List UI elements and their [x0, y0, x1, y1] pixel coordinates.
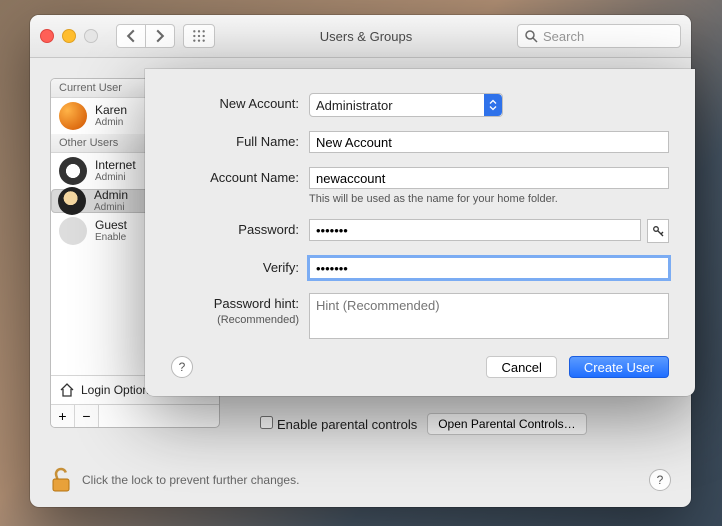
titlebar: Users & Groups Search	[30, 15, 691, 58]
password-hint-input[interactable]	[309, 293, 669, 339]
hint-sublabel: (Recommended)	[217, 314, 299, 326]
user-role: Admini	[94, 202, 128, 213]
search-placeholder: Search	[543, 29, 584, 44]
forward-button[interactable]	[146, 24, 175, 48]
show-all-button[interactable]	[183, 24, 215, 48]
account-type-select[interactable]: Administrator	[309, 93, 503, 117]
avatar	[58, 187, 86, 215]
parental-label: Enable parental controls	[277, 417, 417, 432]
preferences-window: Users & Groups Search Current User Karen…	[30, 15, 691, 507]
cancel-button[interactable]: Cancel	[486, 356, 556, 378]
avatar	[59, 217, 87, 245]
close-window-button[interactable]	[40, 29, 54, 43]
add-remove-bar: + −	[51, 404, 219, 427]
unlocked-padlock-icon[interactable]	[50, 467, 72, 493]
user-role: Admini	[95, 172, 136, 183]
login-options-label: Login Options	[81, 383, 155, 397]
password-input[interactable]	[309, 219, 641, 241]
password-label: Password:	[171, 219, 309, 237]
house-icon	[59, 382, 75, 398]
traffic-lights	[40, 29, 98, 43]
user-name: Internet	[95, 159, 136, 172]
sheet-help-button[interactable]: ?	[171, 356, 193, 378]
select-stepper-icon	[484, 94, 502, 116]
zoom-window-button	[84, 29, 98, 43]
account-name-label: Account Name:	[171, 167, 309, 185]
key-icon	[652, 225, 664, 237]
lock-row: Click the lock to prevent further change…	[50, 467, 671, 493]
full-name-input[interactable]	[309, 131, 669, 153]
minimize-window-button[interactable]	[62, 29, 76, 43]
grid-icon	[192, 29, 206, 43]
chevron-right-icon	[153, 29, 167, 43]
new-account-label: New Account:	[171, 93, 309, 111]
avatar	[59, 157, 87, 185]
parental-checkbox-input[interactable]	[260, 416, 273, 429]
user-role: Admin	[95, 117, 127, 128]
search-icon	[524, 29, 538, 43]
password-assistant-button[interactable]	[647, 219, 669, 243]
hint-label: Password hint: (Recommended)	[171, 293, 309, 326]
user-name: Guest	[95, 219, 127, 232]
open-parental-controls-button[interactable]: Open Parental Controls…	[427, 413, 586, 435]
full-name-label: Full Name:	[171, 131, 309, 149]
new-account-sheet: New Account: Administrator Full Name: Ac…	[145, 69, 695, 396]
account-name-hint: This will be used as the name for your h…	[309, 193, 669, 205]
avatar	[59, 102, 87, 130]
verify-password-input[interactable]	[309, 257, 669, 279]
user-name: Karen	[95, 104, 127, 117]
create-user-button[interactable]: Create User	[569, 356, 669, 378]
parental-controls-row: Enable parental controls Open Parental C…	[260, 413, 587, 435]
lock-text: Click the lock to prevent further change…	[82, 473, 299, 487]
remove-user-button[interactable]: −	[75, 405, 99, 427]
add-user-button[interactable]: +	[51, 405, 75, 427]
verify-label: Verify:	[171, 257, 309, 275]
enable-parental-checkbox[interactable]: Enable parental controls	[260, 416, 417, 432]
nav-buttons	[116, 24, 175, 48]
account-type-value: Administrator	[316, 98, 393, 113]
help-button[interactable]: ?	[649, 469, 671, 491]
user-role: Enable	[95, 232, 127, 243]
search-field[interactable]: Search	[517, 24, 681, 48]
back-button[interactable]	[116, 24, 146, 48]
user-name: Admin	[94, 189, 128, 202]
chevron-left-icon	[124, 29, 138, 43]
account-name-input[interactable]	[309, 167, 669, 189]
window-title: Users & Groups	[223, 29, 509, 44]
